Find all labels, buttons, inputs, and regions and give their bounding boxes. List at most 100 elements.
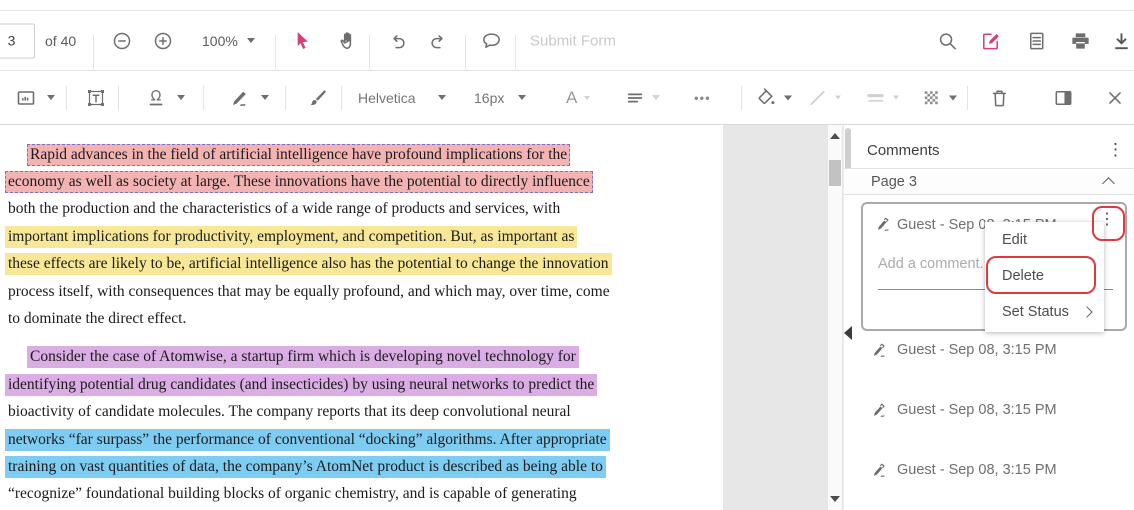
freehand-brush-button[interactable]	[306, 86, 330, 110]
notes-document-icon	[1025, 29, 1048, 52]
divider	[967, 86, 968, 110]
highlight-annotation[interactable]: Consider the case of Atomwise, a startup…	[27, 346, 579, 368]
pen-icon	[871, 402, 888, 419]
comment-list-item[interactable]: Guest - Sep 08, 3:15 PM	[844, 398, 1134, 422]
page-group-label: Page 3	[871, 174, 917, 190]
comment-tool-button[interactable]	[480, 29, 503, 52]
doc-text: both the production and the characterist…	[5, 198, 563, 220]
zoom-level-dropdown[interactable]: 100%	[202, 33, 255, 49]
comments-panel: Comments ⋮ Page 3 Guest - Sep 08, 3:15 P…	[843, 125, 1134, 510]
opacity-checker-icon	[920, 86, 943, 109]
scrollbar-thumb[interactable]	[829, 160, 841, 186]
stroke-line-icon	[806, 86, 829, 109]
chevron-down-icon	[518, 95, 526, 100]
print-button[interactable]	[1069, 29, 1092, 52]
highlight-annotation[interactable]: economy as well as society at large. The…	[5, 171, 593, 193]
doc-line: economy as well as society at large. The…	[5, 168, 723, 195]
scroll-down-arrow[interactable]	[830, 496, 840, 502]
doc-line: identifying potential drug candidates (a…	[5, 371, 723, 398]
comment-list-item[interactable]: Guest - Sep 08, 3:15 PM	[844, 338, 1134, 362]
doc-text: “recognize” foundational building blocks…	[5, 483, 580, 505]
redo-icon	[427, 29, 450, 52]
page-group-header[interactable]: Page 3	[844, 168, 1134, 195]
svg-text:Ω: Ω	[151, 88, 162, 104]
side-panel-icon	[1052, 86, 1075, 109]
undo-button[interactable]	[386, 29, 409, 52]
font-size-dropdown[interactable]: 16px	[474, 90, 526, 106]
doc-text: bioactivity of candidate molecules. The …	[5, 401, 574, 423]
menu-item-edit[interactable]: Edit	[985, 222, 1104, 258]
chevron-down-icon	[177, 95, 185, 100]
stroke-color-dropdown[interactable]	[806, 86, 841, 109]
comment-list-item[interactable]: Guest - Sep 08, 3:15 PM	[844, 458, 1134, 482]
doc-line: networks “far surpass” the performance o…	[5, 426, 723, 453]
notes-panel-button[interactable]	[1025, 29, 1048, 52]
document-scrollbar[interactable]	[827, 125, 843, 510]
download-button[interactable]	[1110, 29, 1133, 52]
divider	[275, 35, 276, 69]
highlight-annotation[interactable]: these effects are likely to be, artifici…	[5, 253, 612, 275]
scroll-up-arrow[interactable]	[830, 133, 840, 139]
stamp-icon: Ω	[144, 86, 168, 110]
chevron-down-icon	[835, 96, 841, 100]
comments-panel-title: Comments	[867, 142, 940, 159]
divider	[93, 35, 94, 69]
page-number-input[interactable]	[0, 23, 35, 58]
set-status-label: Set Status	[1002, 304, 1069, 320]
zoom-out-button[interactable]	[111, 30, 133, 52]
chevron-up-icon	[1102, 177, 1115, 190]
divider	[465, 35, 466, 69]
highlight-annotation[interactable]: training on vast quantities of data, the…	[5, 456, 606, 478]
redo-button[interactable]	[427, 29, 450, 52]
chevron-down-icon	[949, 95, 957, 100]
fill-color-dropdown[interactable]	[755, 86, 792, 109]
divider	[341, 86, 342, 110]
page-total-label: of 40	[45, 33, 76, 49]
signature-tool-button[interactable]	[228, 86, 269, 110]
doc-text: process itself, with consequences that m…	[5, 281, 613, 303]
add-comment-input[interactable]: Add a comment..	[878, 256, 988, 272]
highlight-annotation[interactable]: networks “far surpass” the performance o…	[5, 429, 610, 451]
thickness-icon	[864, 86, 887, 109]
close-toolbar-button[interactable]	[1104, 87, 1126, 109]
doc-line: training on vast quantities of data, the…	[5, 453, 723, 480]
text-color-dropdown[interactable]: A	[566, 88, 590, 108]
cursor-icon	[291, 29, 314, 52]
pen-icon	[871, 462, 888, 479]
free-text-button[interactable]	[84, 86, 108, 110]
more-options-button[interactable]: •••	[694, 90, 711, 105]
zoom-out-icon	[111, 30, 133, 52]
delete-annotation-button[interactable]	[988, 86, 1011, 109]
text-align-dropdown[interactable]	[624, 87, 660, 109]
chevron-down-icon	[47, 95, 55, 100]
font-family-dropdown[interactable]: Helvetica	[358, 90, 446, 106]
comments-options-kebab-icon[interactable]: ⋮	[1103, 137, 1128, 162]
select-tool-button[interactable]	[291, 29, 314, 52]
free-text-icon	[84, 86, 108, 110]
highlight-annotation[interactable]: Rapid advances in the field of artificia…	[27, 144, 570, 166]
search-button[interactable]	[936, 29, 959, 52]
submit-form-button[interactable]: Submit Form	[530, 32, 616, 49]
line-thickness-dropdown[interactable]	[864, 86, 899, 109]
highlight-annotation[interactable]: important implications for productivity,…	[5, 226, 577, 248]
page-number-field[interactable]	[0, 23, 35, 58]
doc-line: to dominate the direct effect.	[5, 305, 723, 332]
doc-line: these effects are likely to be, artifici…	[5, 251, 723, 278]
doc-line: important implications for productivity,…	[5, 223, 723, 250]
pan-tool-button[interactable]	[337, 29, 360, 52]
document-text: Rapid advances in the field of artificia…	[0, 141, 723, 508]
chevron-down-icon	[784, 95, 792, 100]
panel-toggle-button[interactable]	[1052, 86, 1075, 109]
highlight-annotation[interactable]: identifying potential drug candidates (a…	[5, 374, 597, 396]
pen-icon	[871, 342, 888, 359]
stamp-image-button[interactable]	[14, 86, 55, 110]
stamp-tool-button[interactable]: Ω	[144, 86, 185, 110]
opacity-dropdown[interactable]	[920, 86, 957, 109]
divider	[203, 86, 204, 110]
annotation-edit-button[interactable]	[979, 29, 1002, 52]
zoom-in-button[interactable]	[152, 30, 174, 52]
menu-item-set-status[interactable]: Set Status	[985, 294, 1104, 330]
font-family-value: Helvetica	[358, 90, 416, 106]
comment-kebab-icon[interactable]: ⋮	[1099, 212, 1115, 228]
chevron-right-icon	[1081, 306, 1092, 317]
